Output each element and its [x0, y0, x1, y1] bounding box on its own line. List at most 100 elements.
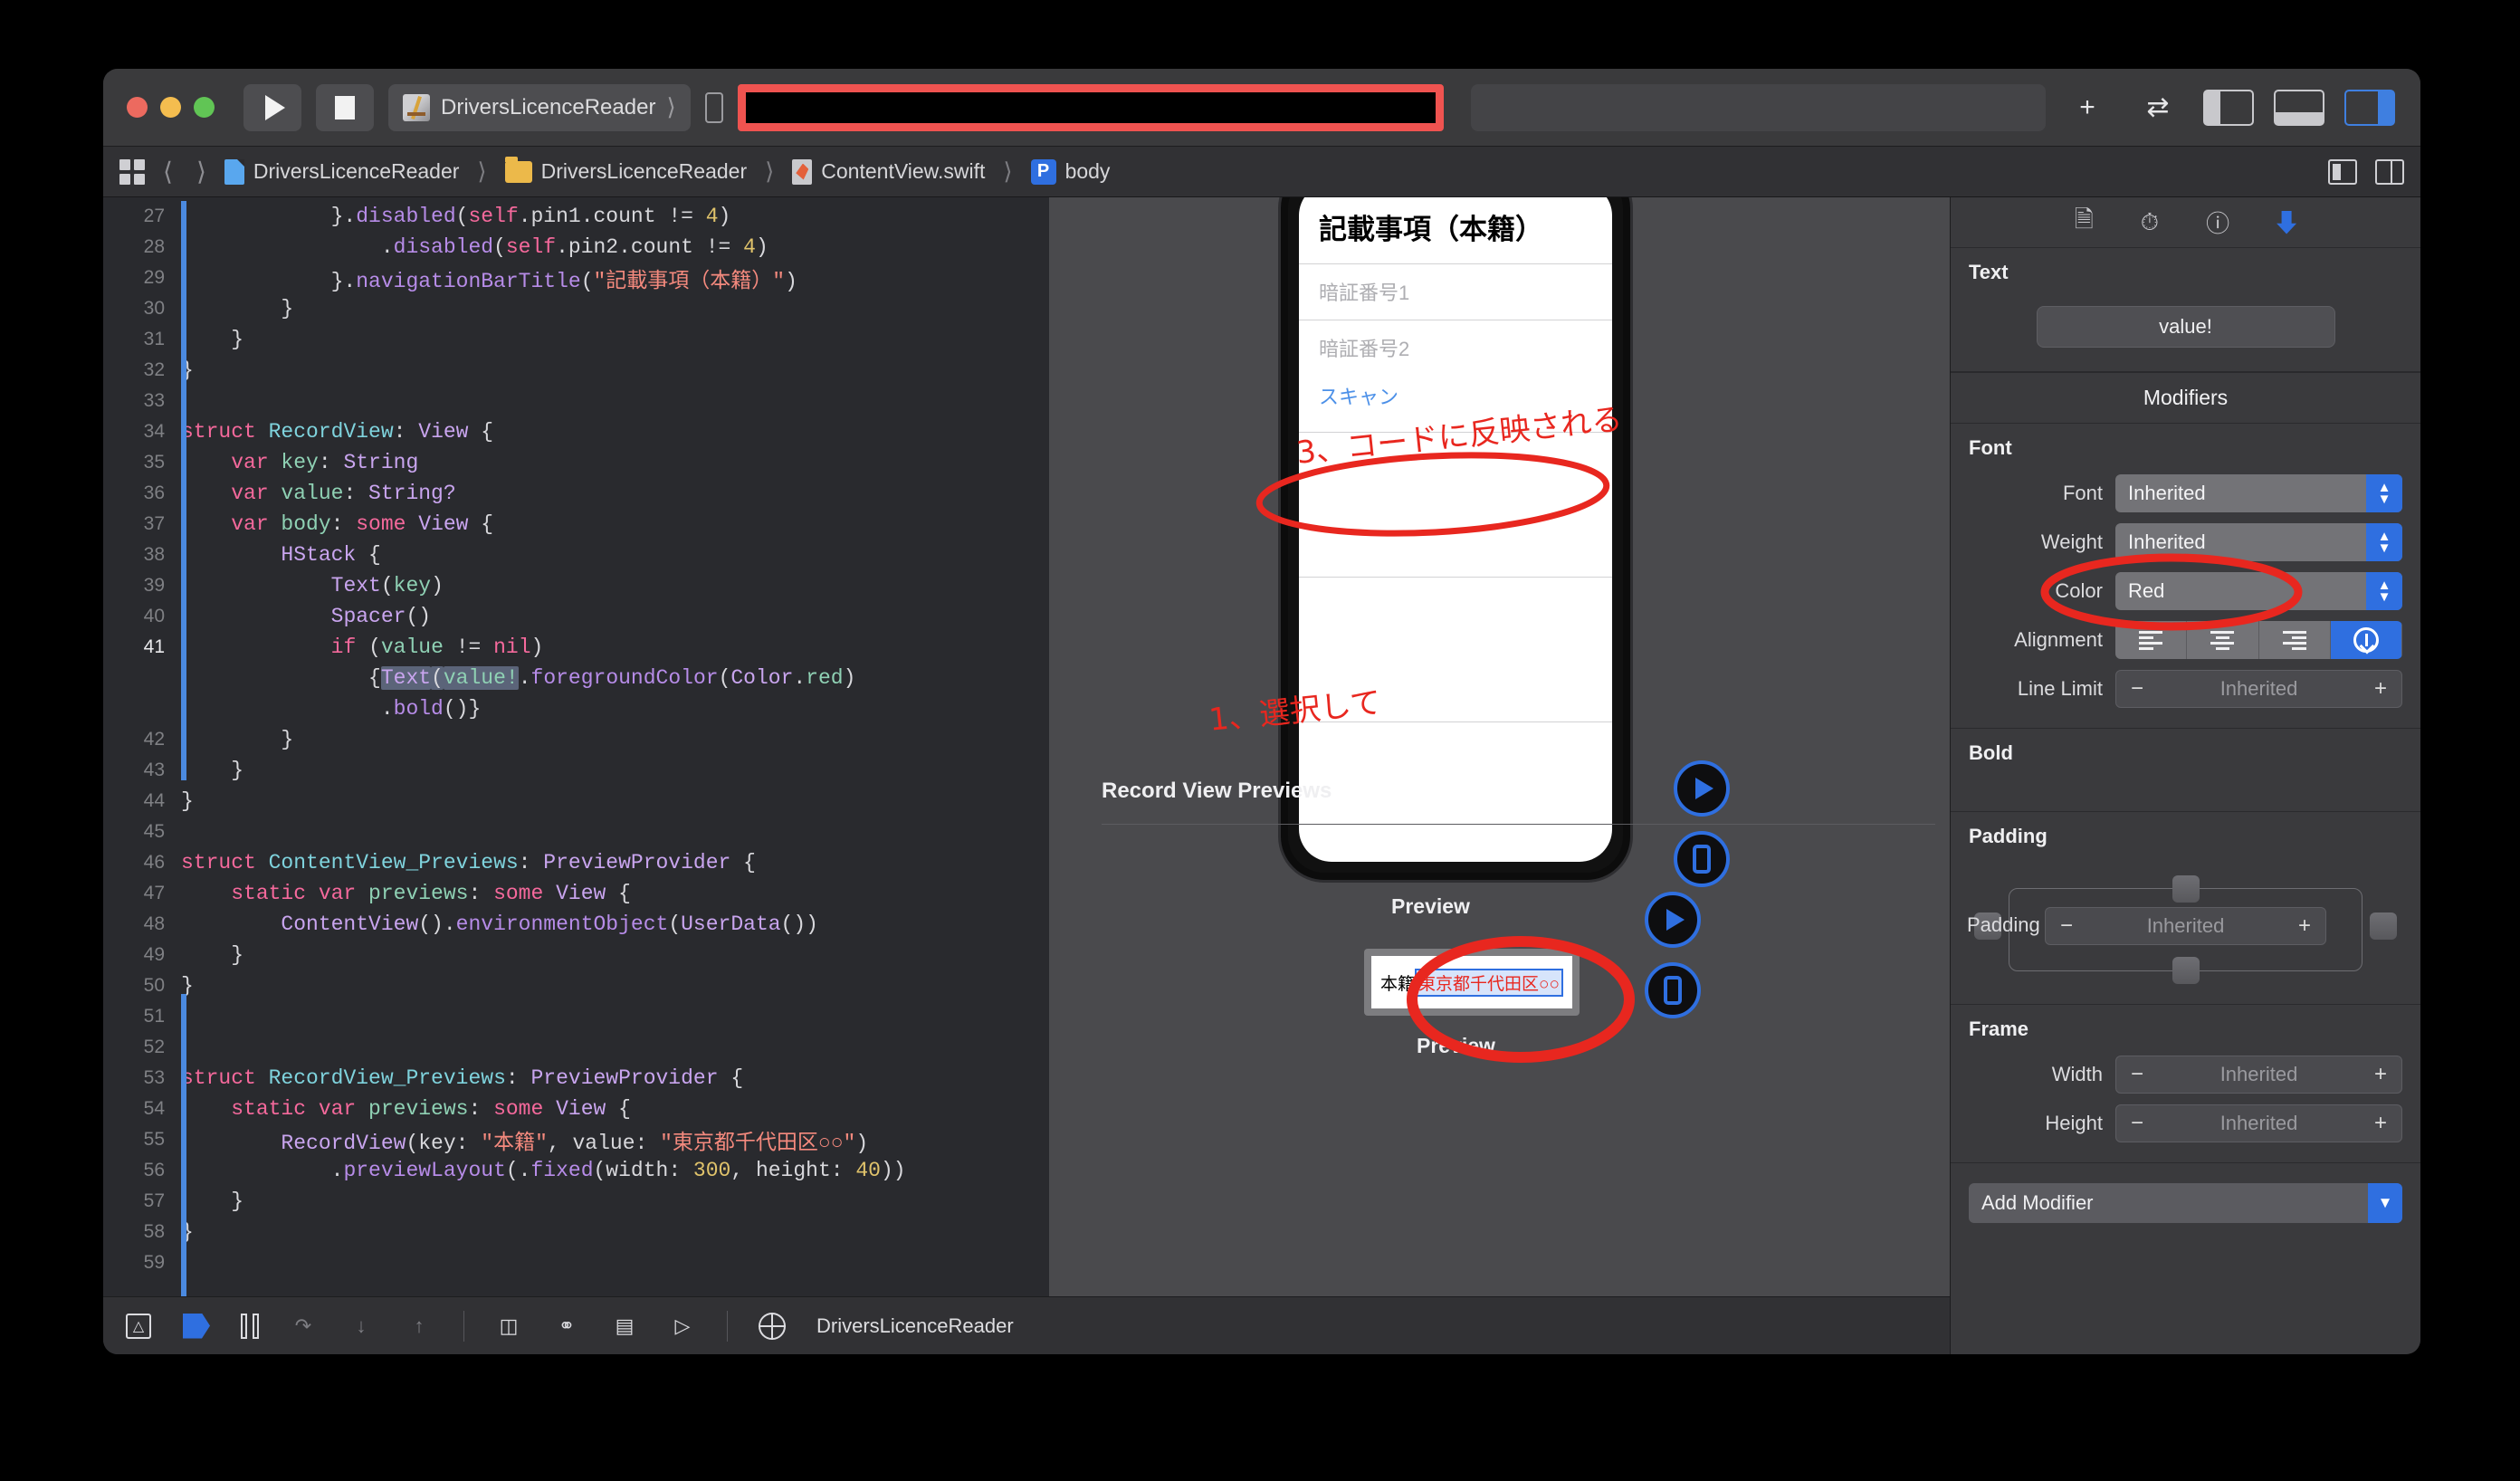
- code-line[interactable]: {Text(value!.foregroundColor(Color.red): [103, 663, 1049, 693]
- padding-top-handle[interactable]: [2172, 875, 2200, 903]
- code-line[interactable]: 29 }.navigationBarTitle("記載事項（本籍）"): [103, 263, 1049, 293]
- close-window-button[interactable]: [127, 97, 148, 118]
- code-line[interactable]: 40 Spacer(): [103, 601, 1049, 632]
- code-line[interactable]: 41 if (value != nil): [103, 632, 1049, 663]
- add-modifier-select[interactable]: Add Modifier ▼: [1969, 1183, 2402, 1223]
- code-line[interactable]: 55 RecordView(key: "本籍", value: "東京都千代田区…: [103, 1124, 1049, 1155]
- code-line[interactable]: 31 }: [103, 324, 1049, 355]
- preview-field-1[interactable]: 暗証番号1: [1299, 263, 1612, 320]
- code-line[interactable]: .bold()}: [103, 693, 1049, 724]
- preview-field-2[interactable]: 暗証番号2: [1299, 320, 1612, 376]
- increment-button[interactable]: +: [2298, 913, 2311, 939]
- height-stepper[interactable]: − Inherited +: [2115, 1104, 2402, 1142]
- weight-select[interactable]: Inherited ▲ ▼: [2115, 523, 2402, 561]
- pause-button[interactable]: [241, 1313, 259, 1339]
- increment-button[interactable]: +: [2374, 1111, 2387, 1136]
- step-out-button[interactable]: ↑: [406, 1313, 433, 1340]
- code-line[interactable]: 58}: [103, 1217, 1049, 1247]
- navigate-forward-button[interactable]: ⟩: [191, 157, 212, 186]
- stop-button[interactable]: [316, 83, 374, 131]
- code-line[interactable]: 57 }: [103, 1186, 1049, 1217]
- font-select[interactable]: Inherited ▲ ▼: [2115, 474, 2402, 512]
- history-inspector-icon[interactable]: ⏱: [2141, 208, 2159, 237]
- color-select[interactable]: Red ▲ ▼: [2115, 572, 2402, 610]
- record-value[interactable]: 東京都千代田区○○: [1415, 968, 1563, 997]
- code-line[interactable]: 50}: [103, 970, 1049, 1001]
- decrement-button[interactable]: −: [2131, 1111, 2143, 1136]
- minimap-toggle-icon[interactable]: [2328, 158, 2357, 185]
- code-line[interactable]: 32}: [103, 355, 1049, 386]
- live-preview-play-button[interactable]: [1674, 760, 1730, 817]
- chevron-updown-icon[interactable]: ▲ ▼: [2366, 474, 2402, 512]
- align-default-button[interactable]: [2330, 621, 2402, 659]
- toggle-navigator-button[interactable]: [2201, 84, 2256, 131]
- chevron-down-icon[interactable]: ▼: [2368, 1183, 2402, 1223]
- width-stepper[interactable]: − Inherited +: [2115, 1056, 2402, 1094]
- debug-memory-graph-button[interactable]: ⚭: [553, 1313, 580, 1340]
- code-line[interactable]: 27 }.disabled(self.pin1.count != 4): [103, 201, 1049, 232]
- decrement-button[interactable]: −: [2131, 676, 2143, 702]
- environment-overrides-button[interactable]: ▤: [611, 1313, 638, 1340]
- align-right-button[interactable]: [2258, 621, 2331, 659]
- step-into-button[interactable]: ↓: [348, 1313, 375, 1340]
- breadcrumb-item-project[interactable]: DriversLicenceReader: [224, 158, 459, 185]
- record-view-preview[interactable]: 本籍 東京都千代田区○○: [1364, 949, 1580, 1016]
- code-line[interactable]: 49 }: [103, 940, 1049, 970]
- preview-canvas[interactable]: 記載事項（本籍） 暗証番号1 暗証番号2 スキャン Preview Record…: [1049, 197, 1950, 1354]
- code-line[interactable]: 44}: [103, 786, 1049, 817]
- debug-view-hierarchy-button[interactable]: ◫: [495, 1313, 522, 1340]
- code-line[interactable]: 56 .previewLayout(.fixed(width: 300, hei…: [103, 1155, 1049, 1186]
- hide-debug-area-button[interactable]: △: [125, 1313, 152, 1340]
- breadcrumb-item-symbol[interactable]: P body: [1030, 158, 1110, 185]
- step-over-button[interactable]: ↷: [290, 1313, 317, 1340]
- toggle-inspector-button[interactable]: [2343, 84, 2397, 131]
- run-button[interactable]: [243, 83, 301, 131]
- code-editor[interactable]: 27 }.disabled(self.pin1.count != 4) 28 .d…: [103, 197, 1049, 1354]
- text-value-button[interactable]: value!: [2036, 306, 2335, 348]
- decrement-button[interactable]: −: [2060, 913, 2073, 939]
- code-line[interactable]: 34 struct RecordView: View {: [103, 416, 1049, 447]
- preview-scan-link[interactable]: スキャン: [1299, 376, 1612, 432]
- toggle-editor-layout-button[interactable]: ⇄: [2131, 84, 2185, 131]
- minimize-window-button[interactable]: [160, 97, 181, 118]
- split-editor-icon[interactable]: [2375, 158, 2404, 185]
- code-line[interactable]: 42 }: [103, 724, 1049, 755]
- increment-button[interactable]: +: [2374, 1062, 2387, 1087]
- maximize-window-button[interactable]: [194, 97, 215, 118]
- code-line[interactable]: 38 HStack {: [103, 540, 1049, 570]
- align-left-button[interactable]: [2115, 621, 2188, 659]
- breadcrumb-item-file[interactable]: ContentView.swift: [792, 158, 985, 185]
- code-line[interactable]: 33: [103, 386, 1049, 416]
- code-line[interactable]: 53 struct RecordView_Previews: PreviewPro…: [103, 1063, 1049, 1094]
- breadcrumb-item-folder[interactable]: DriversLicenceReader: [504, 156, 747, 184]
- align-center-button[interactable]: [2187, 621, 2259, 659]
- add-editor-button[interactable]: +: [2060, 84, 2114, 131]
- increment-button[interactable]: +: [2374, 676, 2387, 702]
- code-line[interactable]: 46 struct ContentView_Previews: PreviewPr…: [103, 847, 1049, 878]
- simulate-location-button[interactable]: ▷: [669, 1313, 696, 1340]
- scheme-selector[interactable]: DriversLicenceReader ⟩: [388, 83, 691, 131]
- decrement-button[interactable]: −: [2131, 1062, 2143, 1087]
- code-line[interactable]: 54 static var previews: some View {: [103, 1094, 1049, 1124]
- chevron-updown-icon[interactable]: ▲ ▼: [2366, 572, 2402, 610]
- code-line[interactable]: 28 .disabled(self.pin2.count != 4): [103, 232, 1049, 263]
- destination-device-icon[interactable]: [704, 91, 723, 123]
- code-line[interactable]: 30 }: [103, 293, 1049, 324]
- line-limit-stepper[interactable]: − Inherited +: [2115, 670, 2402, 708]
- run-on-device-button[interactable]: [1674, 831, 1730, 887]
- attributes-inspector-icon[interactable]: [2277, 210, 2297, 234]
- toggle-debug-area-button[interactable]: [2272, 84, 2326, 131]
- padding-right-handle[interactable]: [2370, 912, 2397, 940]
- code-line[interactable]: 48 ContentView().environmentObject(UserD…: [103, 909, 1049, 940]
- code-line[interactable]: 37 var body: some View {: [103, 509, 1049, 540]
- continue-button[interactable]: [183, 1313, 210, 1339]
- alignment-segmented-control[interactable]: [2115, 621, 2402, 659]
- code-line[interactable]: 36 var value: String?: [103, 478, 1049, 509]
- code-line[interactable]: 39 Text(key): [103, 570, 1049, 601]
- record-preview-play-button[interactable]: [1645, 892, 1701, 948]
- navigate-back-button[interactable]: ⟨: [158, 157, 178, 186]
- code-line[interactable]: 43 }: [103, 755, 1049, 786]
- code-line[interactable]: 59: [103, 1247, 1049, 1278]
- chevron-updown-icon[interactable]: ▲ ▼: [2366, 523, 2402, 561]
- code-line[interactable]: 47 static var previews: some View {: [103, 878, 1049, 909]
